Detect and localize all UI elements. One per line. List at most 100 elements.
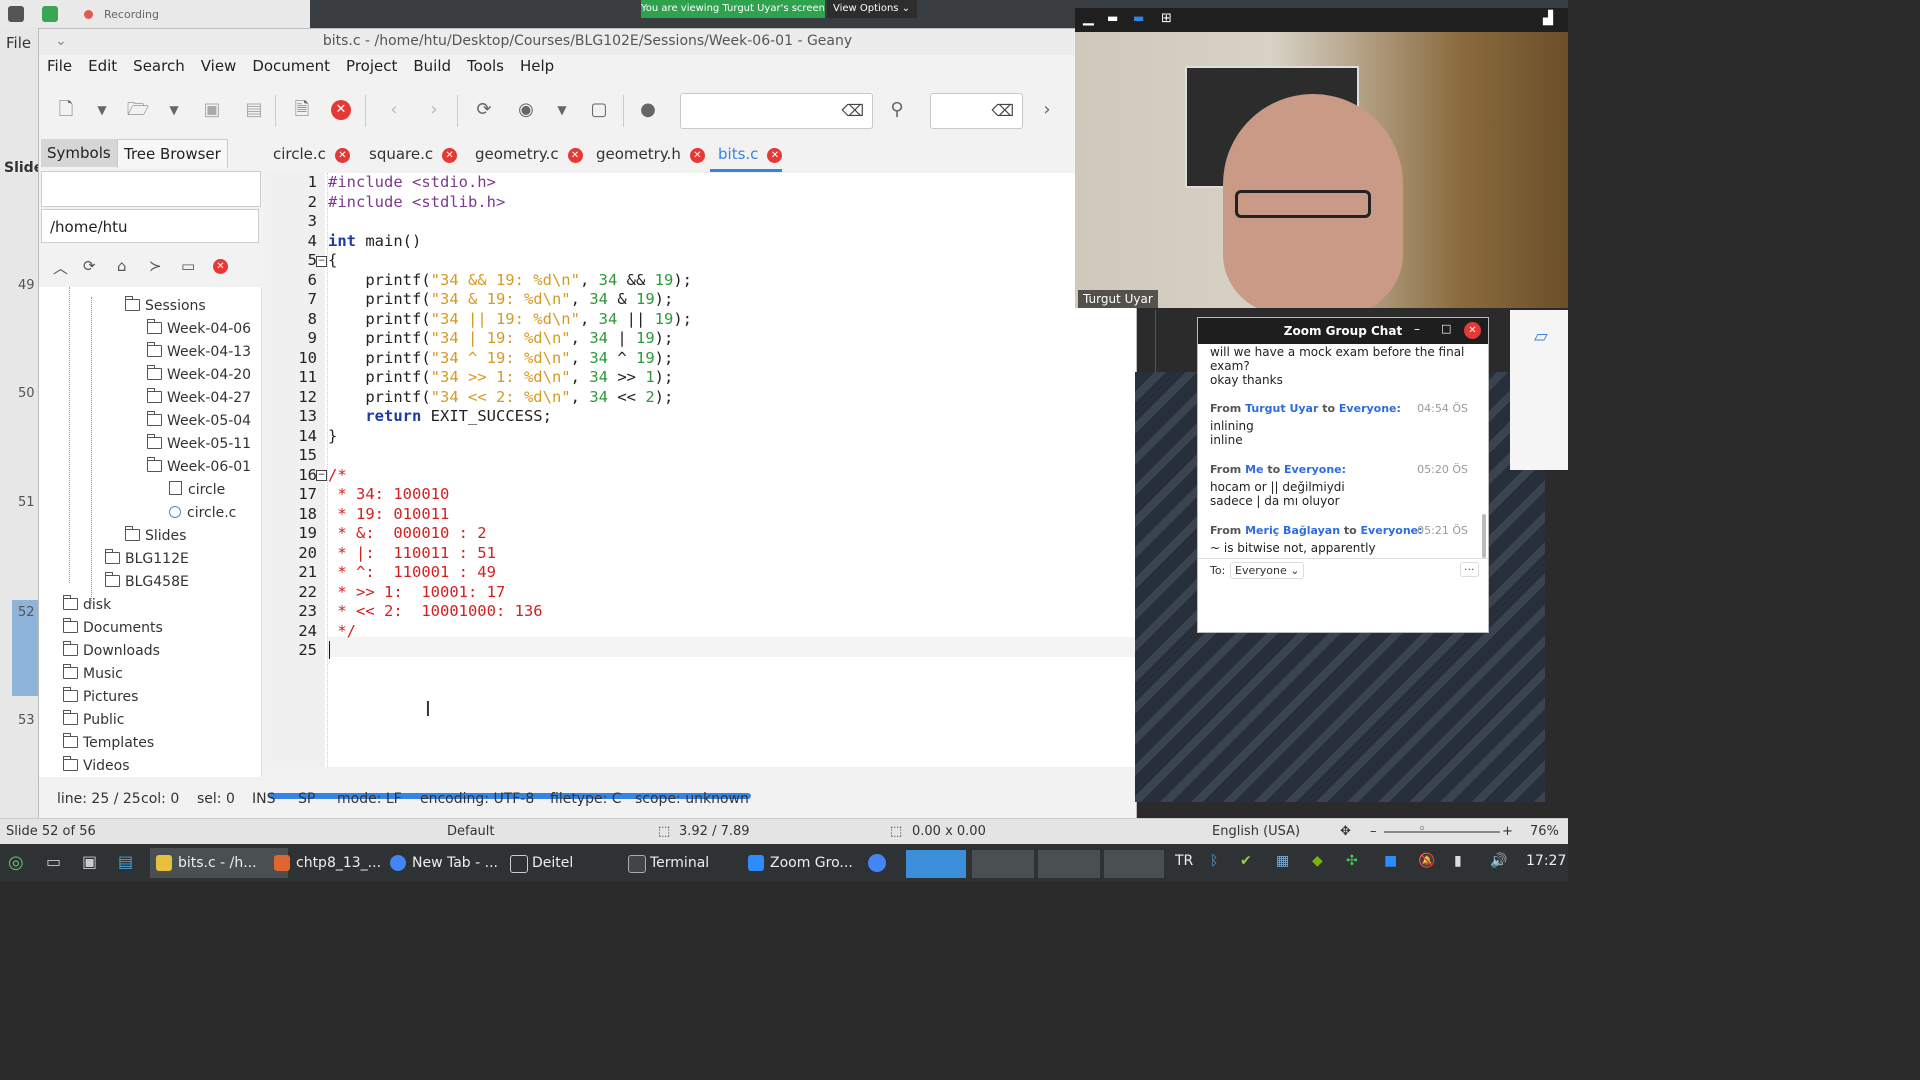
- menu-tools[interactable]: Tools: [467, 57, 504, 75]
- goto-line-icon[interactable]: ›: [1034, 97, 1060, 123]
- tree-filter-input[interactable]: [41, 171, 261, 207]
- close-tab-icon[interactable]: ✕: [334, 148, 350, 163]
- tree-item[interactable]: circle.c: [169, 502, 236, 524]
- tab-bits-c[interactable]: bits.c ✕: [710, 139, 783, 172]
- slide-number[interactable]: 49: [18, 278, 35, 293]
- close-tab-icon[interactable]: ✕: [567, 148, 583, 163]
- zoom-slider[interactable]: [1384, 831, 1500, 833]
- fullscreen-icon[interactable]: ▟: [1543, 11, 1553, 26]
- up-icon[interactable]: ︿: [53, 257, 68, 278]
- home-icon[interactable]: ⌂: [117, 257, 127, 275]
- color-picker-icon[interactable]: ●: [635, 97, 661, 123]
- clear-goto-icon[interactable]: ⌫: [991, 101, 1014, 120]
- tree-item[interactable]: Week-05-04: [146, 410, 251, 432]
- shield-icon[interactable]: [42, 6, 58, 22]
- close-tab-icon[interactable]: ✕: [767, 148, 783, 163]
- chat-input[interactable]: [1206, 584, 1478, 624]
- zoom-in-icon[interactable]: +: [1502, 824, 1513, 839]
- minimize-icon[interactable]: –: [1414, 322, 1420, 336]
- more-options-button[interactable]: ···: [1460, 562, 1479, 577]
- speaker-view-icon[interactable]: ▬: [1133, 11, 1144, 25]
- close-icon[interactable]: ✕: [1464, 322, 1481, 339]
- tree-item[interactable]: Week-04-20: [146, 364, 251, 386]
- minimize-icon[interactable]: ▁: [1083, 10, 1094, 26]
- bluetooth-icon[interactable]: ᛒ: [1210, 853, 1218, 869]
- clear-search-icon[interactable]: ⌫: [841, 101, 864, 120]
- tree-item[interactable]: BLG112E: [104, 548, 189, 570]
- menu-project[interactable]: Project: [346, 57, 397, 75]
- reload-icon[interactable]: ⟳: [471, 97, 497, 123]
- new-file-icon[interactable]: 🗋: [53, 97, 79, 123]
- tree-item[interactable]: Week-04-27: [146, 387, 251, 409]
- close-file-icon[interactable]: ✕: [331, 100, 351, 120]
- open-dropdown-icon[interactable]: ▼: [161, 97, 187, 123]
- tree-item[interactable]: Pictures: [62, 686, 138, 708]
- mint-menu-icon[interactable]: ◎: [8, 852, 24, 873]
- shield-icon[interactable]: ✔: [1240, 853, 1252, 869]
- workspace-4[interactable]: [1104, 850, 1164, 878]
- code-editor[interactable]: 1 2 3 4 5 6 7 8 9 10 11 12 13 14 15 16 1…: [265, 173, 1136, 799]
- zoom-out-icon[interactable]: –: [1370, 824, 1377, 839]
- compile-icon[interactable]: ▢: [586, 97, 612, 123]
- battery-icon[interactable]: ▮: [1454, 853, 1462, 869]
- menu-view[interactable]: View: [201, 57, 237, 75]
- save-icon[interactable]: ▣: [199, 97, 225, 123]
- tree-item[interactable]: Music: [62, 663, 123, 685]
- tree-item[interactable]: Public: [62, 709, 124, 731]
- slide-number[interactable]: 50: [18, 386, 35, 401]
- goto-line-input[interactable]: ⌫: [930, 93, 1023, 129]
- language[interactable]: English (USA): [1212, 824, 1300, 839]
- workspace-1[interactable]: [906, 850, 966, 878]
- tab-geometry-h[interactable]: geometry.h ✕: [588, 139, 705, 169]
- folder-icon[interactable]: ▭: [181, 257, 195, 275]
- fold-marker-icon[interactable]: −: [316, 470, 327, 481]
- tab-circle-c[interactable]: circle.c ✕: [265, 139, 350, 169]
- maximize-icon[interactable]: □: [1441, 322, 1451, 335]
- recipient-select[interactable]: Everyone ⌄: [1230, 562, 1305, 579]
- zoom-tray-icon[interactable]: ■: [1384, 853, 1397, 869]
- menu-document[interactable]: Document: [252, 57, 330, 75]
- tree-item[interactable]: Templates: [62, 732, 154, 754]
- view-options-button[interactable]: View Options ⌄: [827, 0, 917, 18]
- gallery-view-icon[interactable]: ⊞: [1161, 11, 1172, 26]
- tab-tree-browser[interactable]: Tree Browser: [117, 139, 228, 168]
- tree-item[interactable]: BLG458E: [104, 571, 189, 593]
- tab-square-c[interactable]: square.c ✕: [361, 139, 458, 169]
- keyboard-layout[interactable]: TR: [1175, 853, 1193, 869]
- chat-scrollbar[interactable]: [1482, 514, 1486, 558]
- menu-file[interactable]: File: [47, 57, 72, 75]
- chrome-icon[interactable]: [868, 854, 886, 872]
- menu-build[interactable]: Build: [413, 57, 451, 75]
- slide-number[interactable]: 51: [18, 495, 35, 510]
- task-terminal[interactable]: Terminal: [622, 848, 760, 878]
- close-tab-icon[interactable]: ✕: [442, 148, 458, 163]
- tree-item[interactable]: disk: [62, 594, 111, 616]
- tree-item[interactable]: Sessions: [124, 295, 206, 317]
- fit-icon[interactable]: ✥: [1340, 824, 1351, 839]
- slide-number[interactable]: 52: [18, 605, 35, 620]
- workspace-2[interactable]: [972, 850, 1034, 878]
- show-desktop-icon[interactable]: ▭: [46, 852, 61, 871]
- hide-video-icon[interactable]: ▬: [1107, 11, 1118, 25]
- info-icon[interactable]: [8, 6, 24, 22]
- run-dropdown-icon[interactable]: ▼: [549, 97, 575, 123]
- back-icon[interactable]: ‹: [381, 97, 407, 123]
- tab-geometry-c[interactable]: geometry.c ✕: [467, 139, 583, 169]
- tree-item[interactable]: Downloads: [62, 640, 160, 662]
- menu-edit[interactable]: Edit: [88, 57, 117, 75]
- tab-symbols[interactable]: Symbols: [41, 139, 117, 167]
- menu-search[interactable]: Search: [133, 57, 185, 75]
- task-new-tab[interactable]: New Tab - ...: [384, 848, 522, 878]
- tree-item[interactable]: Week-06-01: [146, 456, 251, 478]
- tree-item[interactable]: Documents: [62, 617, 163, 639]
- nvidia-icon[interactable]: ◆: [1312, 853, 1323, 869]
- menu-help[interactable]: Help: [520, 57, 554, 75]
- tree-item[interactable]: Slides: [124, 525, 186, 547]
- save-all-icon[interactable]: ▤: [241, 97, 267, 123]
- app-tray-icon[interactable]: ✣: [1346, 853, 1358, 869]
- task-zoom[interactable]: Zoom Gro...: [742, 848, 882, 878]
- tree-item[interactable]: Week-04-13: [146, 341, 251, 363]
- chat-bubble-icon[interactable]: ▱: [1534, 326, 1548, 347]
- tree-item[interactable]: Videos: [62, 755, 130, 777]
- open-file-icon[interactable]: 🗁: [125, 97, 151, 123]
